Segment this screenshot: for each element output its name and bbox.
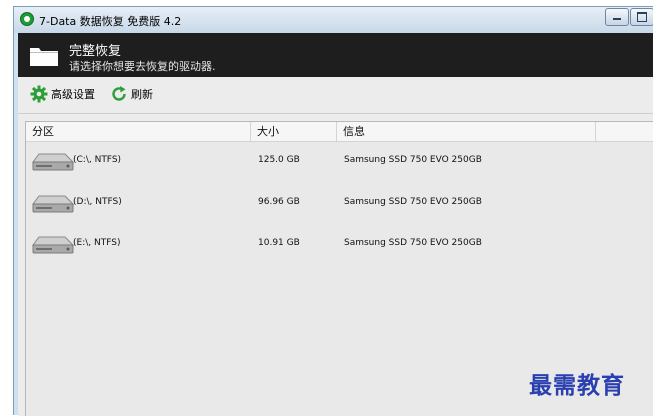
partition-cell: (D:\, NTFS) bbox=[73, 197, 122, 207]
gear-icon bbox=[30, 85, 48, 103]
advanced-settings-button[interactable]: 高级设置 bbox=[30, 84, 95, 104]
page-title: 完整恢复 bbox=[69, 44, 122, 59]
size-cell: 96.96 GB bbox=[258, 197, 300, 207]
column-header-info[interactable]: 信息 bbox=[337, 122, 596, 141]
column-header-size[interactable]: 大小 bbox=[251, 122, 337, 141]
info-cell: Samsung SSD 750 EVO 250GB bbox=[344, 238, 482, 248]
table-row[interactable]: (D:\, NTFS) 96.96 GB Samsung SSD 750 EVO… bbox=[26, 186, 653, 222]
maximize-button[interactable] bbox=[630, 8, 653, 26]
app-logo-icon bbox=[20, 12, 34, 26]
partition-cell: (C:\, NTFS) bbox=[73, 155, 122, 165]
column-header-partition[interactable]: 分区 bbox=[26, 122, 251, 141]
page-header: 完整恢复 请选择你想要去恢复的驱动器. bbox=[18, 33, 653, 77]
window-controls bbox=[604, 8, 653, 26]
size-cell: 125.0 GB bbox=[258, 155, 300, 165]
hard-drive-icon bbox=[32, 236, 75, 254]
refresh-button[interactable]: 刷新 bbox=[110, 84, 153, 104]
refresh-icon bbox=[112, 86, 126, 101]
minimize-button[interactable] bbox=[605, 8, 629, 26]
info-cell: Samsung SSD 750 EVO 250GB bbox=[344, 197, 482, 207]
toolbar: 高级设置 刷新 bbox=[18, 77, 653, 114]
refresh-label: 刷新 bbox=[131, 88, 153, 101]
desktop-strip bbox=[0, 0, 13, 415]
folder-icon bbox=[30, 48, 58, 66]
hard-drive-icon bbox=[32, 195, 75, 213]
info-cell: Samsung SSD 750 EVO 250GB bbox=[344, 155, 482, 165]
window-title: 7-Data 数据恢复 免费版 4.2 bbox=[39, 15, 182, 28]
hard-drive-icon bbox=[32, 153, 75, 171]
page-subtitle: 请选择你想要去恢复的驱动器. bbox=[69, 60, 216, 73]
watermark: 最需教育 bbox=[529, 372, 625, 399]
column-header-empty bbox=[596, 122, 653, 141]
advanced-settings-label: 高级设置 bbox=[51, 88, 95, 101]
table-row[interactable]: (C:\, NTFS) 125.0 GB Samsung SSD 750 EVO… bbox=[26, 144, 653, 180]
table-header: 分区 大小 信息 bbox=[26, 122, 653, 142]
size-cell: 10.91 GB bbox=[258, 238, 300, 248]
partition-cell: (E:\, NTFS) bbox=[73, 238, 121, 248]
app-window: 7-Data 数据恢复 免费版 4.2 完整恢复 请选择你想要去恢复的驱动器. bbox=[13, 6, 653, 416]
table-row[interactable]: (E:\, NTFS) 10.91 GB Samsung SSD 750 EVO… bbox=[26, 227, 653, 263]
title-bar[interactable]: 7-Data 数据恢复 免费版 4.2 bbox=[14, 7, 653, 33]
